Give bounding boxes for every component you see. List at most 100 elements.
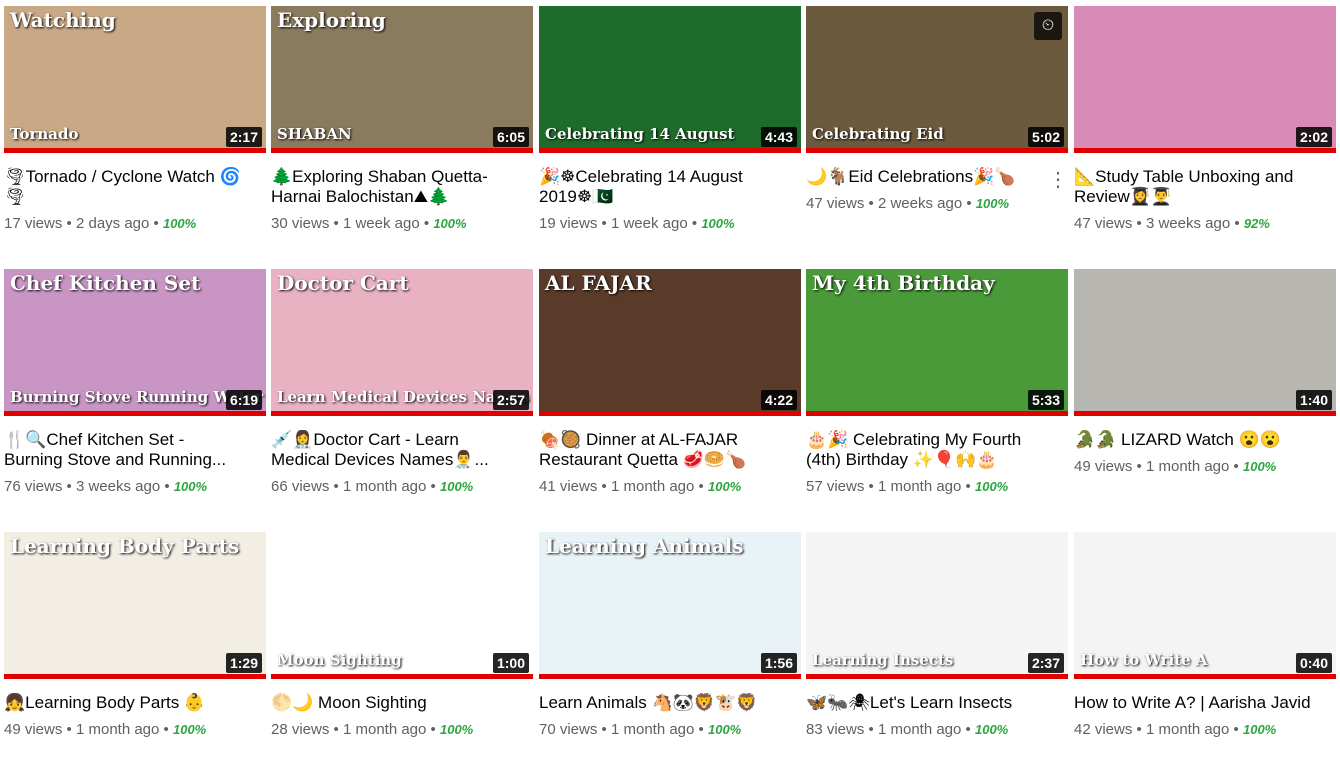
video-card[interactable]: AL FAJAR 4:22 🍖🥘 Dinner at AL-FAJAR Restau… — [539, 269, 801, 495]
view-count: 30 views — [271, 215, 330, 232]
separator-dot: • — [164, 478, 170, 495]
like-rating: 100% — [974, 722, 1009, 737]
video-metadata: 57 views • 1 month ago • 100% — [806, 478, 1068, 495]
thumbnail-overlay-text: Chef Kitchen Set — [10, 271, 201, 295]
watch-progress-bar — [1074, 148, 1336, 153]
video-title[interactable]: 👧Learning Body Parts 👶 — [4, 693, 266, 713]
video-thumbnail[interactable]: Watching Tornado 2:17 — [4, 6, 266, 153]
video-card[interactable]: Learning Body Parts 1:29 👧Learning Body Pa… — [4, 532, 266, 738]
video-card[interactable]: Doctor Cart Learn Medical Devices Names 2:… — [271, 269, 533, 495]
like-rating: 100% — [172, 722, 207, 737]
video-thumbnail[interactable]: Learning Insects 2:37 — [806, 532, 1068, 679]
upload-age: 1 month ago — [342, 721, 427, 738]
video-thumbnail[interactable]: Chef Kitchen Set Burning Stove Running Wa… — [4, 269, 266, 416]
video-thumbnail[interactable]: Celebrating Eid 5:02 ⏲ — [806, 6, 1068, 153]
view-count: 42 views — [1074, 721, 1133, 738]
watch-progress-bar — [4, 148, 266, 153]
video-title[interactable]: How to Write A? | Aarisha Javid — [1074, 693, 1336, 713]
watch-progress-bar — [539, 674, 801, 679]
watch-progress-bar — [271, 411, 533, 416]
video-title[interactable]: 🍴🔍Chef Kitchen Set - Burning Stove and R… — [4, 430, 266, 470]
watch-progress-bar — [1074, 674, 1336, 679]
watch-progress-bar — [1074, 411, 1336, 416]
video-card[interactable]: Chef Kitchen Set Burning Stove Running Wa… — [4, 269, 266, 495]
separator-dot: • — [1136, 215, 1142, 232]
video-title[interactable]: 🦋🐜🕷Let's Learn Insects — [806, 693, 1068, 713]
video-title[interactable]: 🎂🎉 Celebrating My Fourth (4th) Birthday … — [806, 430, 1068, 470]
video-metadata: 47 views • 3 weeks ago • 92% — [1074, 215, 1336, 232]
separator-dot: • — [423, 215, 430, 232]
duration-badge: 2:57 — [492, 390, 529, 410]
like-rating: 100% — [439, 479, 474, 494]
separator-dot: • — [601, 478, 607, 495]
video-card[interactable]: Celebrating Eid 5:02 ⏲ 🌙🐐Eid Celebrations🎉🍗… — [806, 6, 1068, 212]
video-title[interactable]: 🌪Tornado / Cyclone Watch 🌀🌪 — [4, 167, 266, 207]
video-card[interactable]: 2:02 📐Study Table Unboxing and Review👩‍🎓👨… — [1074, 6, 1336, 232]
view-count: 57 views — [806, 478, 865, 495]
duration-badge: 2:02 — [1295, 127, 1332, 147]
duration-badge: 2:37 — [1027, 653, 1064, 673]
separator-dot: • — [966, 195, 972, 212]
video-metadata: 30 views • 1 week ago • 100% — [271, 215, 533, 232]
upload-age: 1 week ago — [610, 215, 688, 232]
watch-later-clock-icon[interactable]: ⏲ — [1034, 12, 1062, 40]
view-count: 17 views — [4, 215, 63, 232]
upload-age: 3 weeks ago — [75, 478, 161, 495]
duration-badge: 1:29 — [225, 653, 262, 673]
duration-badge: 5:33 — [1027, 390, 1064, 410]
separator-dot: • — [965, 478, 971, 495]
video-metadata: 66 views • 1 month ago • 100% — [271, 478, 533, 495]
video-thumbnail[interactable]: Learning Body Parts 1:29 — [4, 532, 266, 679]
video-thumbnail[interactable]: Doctor Cart Learn Medical Devices Names 2:… — [271, 269, 533, 416]
video-title[interactable]: 🎉☸Celebrating 14 August 2019☸🇵🇰 — [539, 167, 801, 207]
upload-age: 1 month ago — [610, 721, 695, 738]
separator-dot: • — [333, 478, 339, 495]
video-metadata: 42 views • 1 month ago • 100% — [1074, 721, 1336, 738]
video-card[interactable]: Learning Insects 2:37 🦋🐜🕷Let's Learn Insec… — [806, 532, 1068, 738]
video-card[interactable]: Learning Animals 1:56 Learn Animals 🐴🐼🦁🐮🦁 7… — [539, 532, 801, 738]
thumbnail-overlay-caption: Tornado — [10, 125, 79, 143]
video-title[interactable]: 🌲Exploring Shaban Quetta- Harnai Balochi… — [271, 167, 533, 207]
separator-dot: • — [1136, 721, 1142, 738]
thumbnail-overlay-text: My 4th Birthday — [812, 271, 995, 295]
thumbnail-overlay-caption: Celebrating 14 August — [545, 125, 735, 143]
video-title[interactable]: 💉👩‍⚕️Doctor Cart - Learn Medical Devices… — [271, 430, 533, 470]
upload-age: 2 weeks ago — [877, 195, 963, 212]
video-thumbnail[interactable]: 2:02 — [1074, 6, 1336, 153]
view-count: 47 views — [806, 195, 865, 212]
upload-age: 1 week ago — [342, 215, 420, 232]
video-title[interactable]: 🌕🌙 Moon Sighting — [271, 693, 533, 713]
video-thumbnail[interactable]: Celebrating 14 August 4:43 — [539, 6, 801, 153]
video-card[interactable]: Watching Tornado 2:17 🌪Tornado / Cyclone Wa… — [4, 6, 266, 232]
video-metadata: 47 views • 2 weeks ago • 100% — [806, 195, 1068, 212]
separator-dot: • — [1233, 458, 1239, 475]
separator-dot: • — [1136, 458, 1142, 475]
video-thumbnail[interactable]: AL FAJAR 4:22 — [539, 269, 801, 416]
video-card[interactable]: Celebrating 14 August 4:43 🎉☸Celebrating 1… — [539, 6, 801, 232]
video-thumbnail[interactable]: Moon Sighting 1:00 — [271, 532, 533, 679]
video-thumbnail[interactable]: Learning Animals 1:56 — [539, 532, 801, 679]
video-thumbnail[interactable]: Exploring SHABAN 6:05 — [271, 6, 533, 153]
video-card[interactable]: How to Write A 0:40 How to Write A? | Aari… — [1074, 532, 1336, 738]
video-metadata: 70 views • 1 month ago • 100% — [539, 721, 801, 738]
watch-progress-bar — [4, 674, 266, 679]
view-count: 47 views — [1074, 215, 1133, 232]
thumbnail-overlay-caption: SHABAN — [277, 125, 352, 143]
video-card[interactable]: Moon Sighting 1:00 🌕🌙 Moon Sighting 28 view… — [271, 532, 533, 738]
video-card[interactable]: My 4th Birthday 5:33 🎂🎉 Celebrating My Fou… — [806, 269, 1068, 495]
video-thumbnail[interactable]: 1:40 — [1074, 269, 1336, 416]
video-card[interactable]: 1:40 🐊🐊 LIZARD Watch 😮😮 49 views • 1 month… — [1074, 269, 1336, 475]
video-title[interactable]: 🐊🐊 LIZARD Watch 😮😮 — [1074, 430, 1336, 450]
video-title[interactable]: Learn Animals 🐴🐼🦁🐮🦁 — [539, 693, 801, 713]
like-rating: 100% — [1242, 459, 1277, 474]
more-options-icon[interactable]: ⋮ — [1048, 168, 1068, 192]
upload-age: 1 month ago — [877, 478, 962, 495]
video-thumbnail[interactable]: How to Write A 0:40 — [1074, 532, 1336, 679]
view-count: 70 views — [539, 721, 598, 738]
video-title[interactable]: 📐Study Table Unboxing and Review👩‍🎓👨‍🎓 — [1074, 167, 1336, 207]
video-thumbnail[interactable]: My 4th Birthday 5:33 — [806, 269, 1068, 416]
like-rating: 100% — [162, 216, 197, 231]
video-title[interactable]: 🌙🐐Eid Celebrations🎉🍗 — [806, 167, 1068, 187]
video-card[interactable]: Exploring SHABAN 6:05 🌲Exploring Shaban Que… — [271, 6, 533, 232]
video-title[interactable]: 🍖🥘 Dinner at AL-FAJAR Restaurant Quetta … — [539, 430, 801, 470]
